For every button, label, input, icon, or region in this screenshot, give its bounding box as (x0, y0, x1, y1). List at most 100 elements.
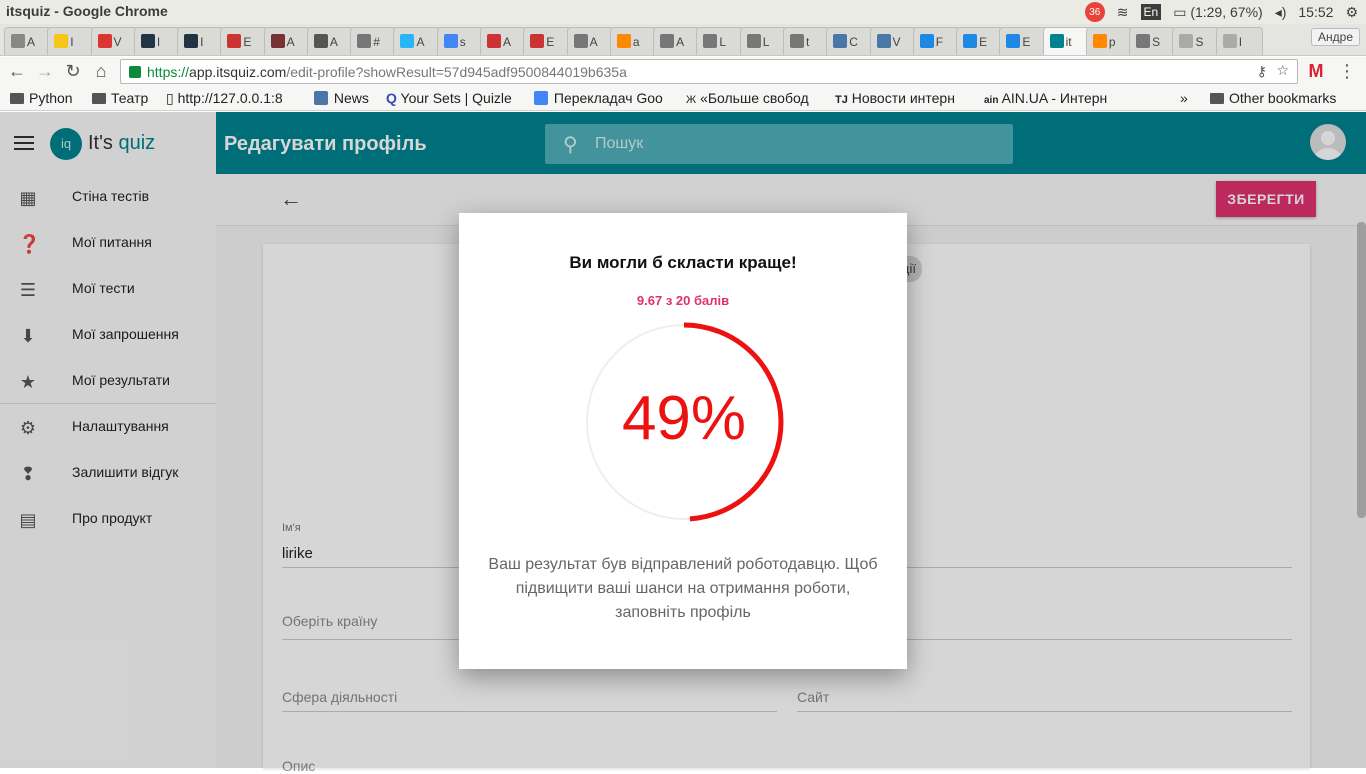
tab-favicon-icon (919, 34, 934, 48)
browser-tab[interactable]: it (1042, 27, 1090, 55)
browser-tab[interactable]: A (306, 27, 355, 55)
tab-label: L (762, 35, 770, 49)
bookmark-theatre[interactable]: Театр (92, 90, 148, 106)
browser-tab[interactable]: a (609, 27, 658, 55)
tab-label: S (1152, 35, 1161, 49)
tab-favicon-icon (530, 34, 545, 48)
bookmark-label: Перекладач Goo (553, 90, 663, 106)
url-scheme: https:// (147, 64, 190, 80)
tab-label: I (200, 35, 204, 49)
forward-icon[interactable]: → (34, 61, 56, 82)
browser-tab[interactable]: V (869, 27, 917, 55)
browser-tab[interactable]: I (133, 27, 182, 55)
bookmark-freedom[interactable]: Ж «Больше свобод (686, 90, 824, 106)
bookmark-label: News (333, 90, 369, 106)
reload-icon[interactable]: ↻ (62, 61, 84, 82)
browser-tab[interactable]: V (90, 27, 138, 55)
url-path: /edit-profile?showResult=57d945adf950084… (286, 64, 627, 80)
browser-tab[interactable]: L (739, 27, 787, 55)
browser-tab[interactable]: I (177, 27, 225, 55)
tab-label: C (849, 35, 858, 49)
browser-tab[interactable]: E (956, 27, 1004, 55)
bookmark-label: Театр (111, 90, 149, 106)
home-icon[interactable]: ⌂ (90, 61, 112, 82)
keyboard-layout[interactable]: En (1140, 4, 1162, 20)
tab-favicon-icon (1179, 34, 1194, 48)
tab-label: I (156, 35, 161, 49)
profile-name-button[interactable]: Андре (1311, 28, 1360, 46)
browser-tab[interactable]: A (263, 27, 311, 55)
folder-icon (10, 93, 24, 104)
os-top-bar: itsquiz - Google Chrome 36 ≋ En ▭ (1:29,… (0, 0, 1366, 24)
window-title: itsquiz - Google Chrome (6, 3, 168, 19)
other-bookmarks[interactable]: Other bookmarks (1210, 90, 1336, 106)
tab-favicon-icon (789, 34, 804, 48)
browser-tab[interactable]: t (782, 27, 831, 55)
browser-tab[interactable]: I (1215, 27, 1263, 55)
tab-label: I (1238, 35, 1243, 49)
browser-tab[interactable]: I (47, 27, 95, 55)
score-text: 9.67 з 20 балів (636, 293, 730, 308)
tab-favicon-icon (140, 34, 155, 48)
tab-label: E (546, 35, 555, 49)
tab-favicon-icon (833, 34, 848, 48)
tab-favicon-icon (746, 34, 761, 48)
tab-favicon-icon (660, 34, 675, 48)
star-icon[interactable]: ☆ (1276, 62, 1289, 79)
browser-tab[interactable]: A (566, 27, 614, 55)
bookmark-ain[interactable]: ain AIN.UA - Интерн (984, 90, 1124, 106)
tab-label: F (935, 35, 944, 49)
battery-text: (1:29, 67%) (1190, 3, 1263, 20)
notification-badge[interactable]: 36 (1084, 2, 1105, 22)
back-icon[interactable]: ← (6, 61, 28, 82)
browser-tab[interactable]: C (826, 27, 874, 55)
bookmark-label: AIN.UA - Интерн (1001, 90, 1108, 106)
browser-tab[interactable]: # (350, 27, 398, 55)
key-icon[interactable]: ⚷ (1257, 63, 1267, 80)
browser-tab[interactable]: F (912, 27, 961, 55)
settings-gear-icon[interactable]: ⚙ (1345, 4, 1358, 21)
translate-icon (534, 91, 548, 105)
folder-icon (1210, 93, 1224, 104)
browser-tab[interactable]: E (999, 27, 1047, 55)
lock-icon (129, 66, 141, 78)
tab-label: E (979, 35, 988, 49)
bookmark-label: «Больше свобод (700, 90, 809, 106)
clock[interactable]: 15:52 (1298, 4, 1333, 20)
menu-icon[interactable]: ⋮ (1336, 61, 1358, 82)
browser-tab[interactable]: p (1085, 27, 1134, 55)
page-icon: ▯ (166, 90, 178, 106)
percent-text: 49% (621, 384, 747, 453)
browser-tab[interactable]: s (436, 27, 485, 55)
wifi-icon[interactable]: ≋ (1117, 4, 1129, 21)
browser-tab[interactable]: E (523, 27, 571, 55)
bookmark-quizlet[interactable]: Q Your Sets | Quizle (386, 90, 524, 106)
tab-favicon-icon (1136, 34, 1151, 48)
browser-tab[interactable]: L (696, 27, 744, 55)
tab-favicon-icon (97, 34, 112, 48)
tab-label: it (1065, 35, 1072, 49)
bookmark-tj[interactable]: TJ Новости интерн (835, 90, 973, 106)
address-bar[interactable]: https://app.itsquiz.com/edit-profile?sho… (120, 59, 1298, 84)
bookmarks-overflow[interactable]: » (1180, 90, 1188, 106)
tj-icon: TJ (835, 94, 848, 106)
bookmark-news[interactable]: News (314, 90, 369, 106)
browser-tab[interactable]: A (480, 27, 528, 55)
tab-favicon-icon (357, 34, 372, 48)
browser-tab[interactable]: S (1172, 27, 1220, 55)
vk-icon (314, 91, 328, 105)
browser-tab[interactable]: A (653, 27, 701, 55)
bookmark-localhost[interactable]: ▯ http://127.0.0.1:8 (166, 90, 306, 107)
battery-status[interactable]: ▭ (1:29, 67%) (1173, 4, 1263, 21)
browser-tab[interactable]: A (4, 27, 52, 55)
tab-label: A (286, 35, 295, 49)
browser-tab[interactable]: E (220, 27, 268, 55)
browser-tab[interactable]: A (393, 27, 441, 55)
url-host: app.itsquiz.com (189, 64, 287, 80)
tab-favicon-icon (573, 34, 588, 48)
volume-icon[interactable]: ◂) (1275, 4, 1287, 21)
bookmark-translate[interactable]: Перекладач Goo (534, 90, 672, 106)
gmail-icon[interactable]: M (1305, 61, 1327, 82)
browser-tab[interactable]: S (1129, 27, 1177, 55)
bookmark-python[interactable]: Python (10, 90, 73, 106)
